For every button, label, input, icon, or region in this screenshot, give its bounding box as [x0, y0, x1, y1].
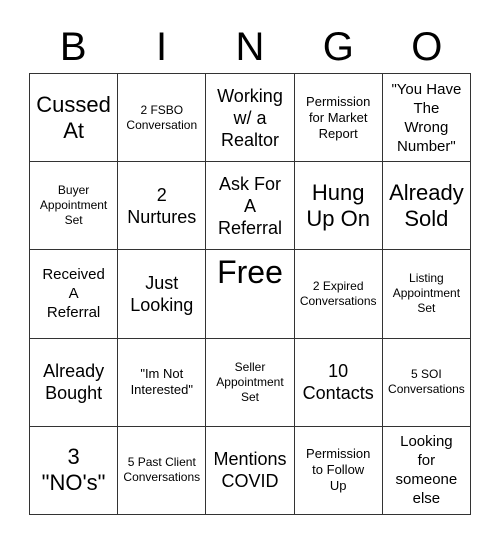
header-letter-i: I: [156, 25, 168, 69]
bingo-cell-i4[interactable]: "Im Not Interested": [118, 338, 207, 427]
bingo-cell-g4[interactable]: 10 Contacts: [294, 338, 383, 427]
bingo-cell-n1[interactable]: Working w/ a Realtor: [206, 74, 295, 163]
bingo-cell-n5[interactable]: Mentions COVID: [206, 426, 295, 515]
bingo-cell-g1[interactable]: Permission for Market Report: [294, 74, 383, 163]
bingo-cell-i1[interactable]: 2 FSBO Conversation: [118, 74, 207, 163]
bingo-cell-b2[interactable]: Buyer Appointment Set: [30, 162, 119, 251]
bingo-cell-o3[interactable]: Listing Appointment Set: [382, 250, 471, 339]
bingo-cell-b1[interactable]: Cussed At: [30, 74, 119, 163]
bingo-cell-g2[interactable]: Hung Up On: [294, 162, 383, 251]
bingo-cell-g5[interactable]: Permission to Follow Up: [294, 426, 383, 515]
header-letter-g: G: [322, 25, 354, 69]
bingo-header: B I N G O: [29, 22, 471, 72]
bingo-cell-b4[interactable]: Already Bought: [30, 338, 119, 427]
bingo-cell-o1[interactable]: "You Have The Wrong Number": [382, 74, 471, 163]
bingo-cell-g3[interactable]: 2 Expired Conversations: [294, 250, 383, 339]
bingo-cell-i5[interactable]: 5 Past Client Conversations: [118, 426, 207, 515]
free-space-cell[interactable]: Free: [206, 250, 295, 339]
bingo-cell-o5[interactable]: Looking for someone else: [382, 426, 471, 515]
header-letter-o: O: [411, 25, 443, 69]
bingo-cell-n4[interactable]: Seller Appointment Set: [206, 338, 295, 427]
header-letter-b: B: [59, 25, 87, 69]
bingo-cell-b3[interactable]: Received A Referral: [30, 250, 119, 339]
bingo-cell-o4[interactable]: 5 SOI Conversations: [382, 338, 471, 427]
bingo-cell-n2[interactable]: Ask For A Referral: [206, 162, 295, 251]
header-letter-n: N: [235, 25, 265, 69]
bingo-cell-i2[interactable]: 2 Nurtures: [118, 162, 207, 251]
bingo-cell-i3[interactable]: Just Looking: [118, 250, 207, 339]
bingo-cell-o2[interactable]: Already Sold: [382, 162, 471, 251]
bingo-grid: Cussed At 2 FSBO Conversation Working w/ a…: [29, 73, 471, 515]
bingo-cell-b5[interactable]: 3 "NO's": [30, 426, 119, 515]
